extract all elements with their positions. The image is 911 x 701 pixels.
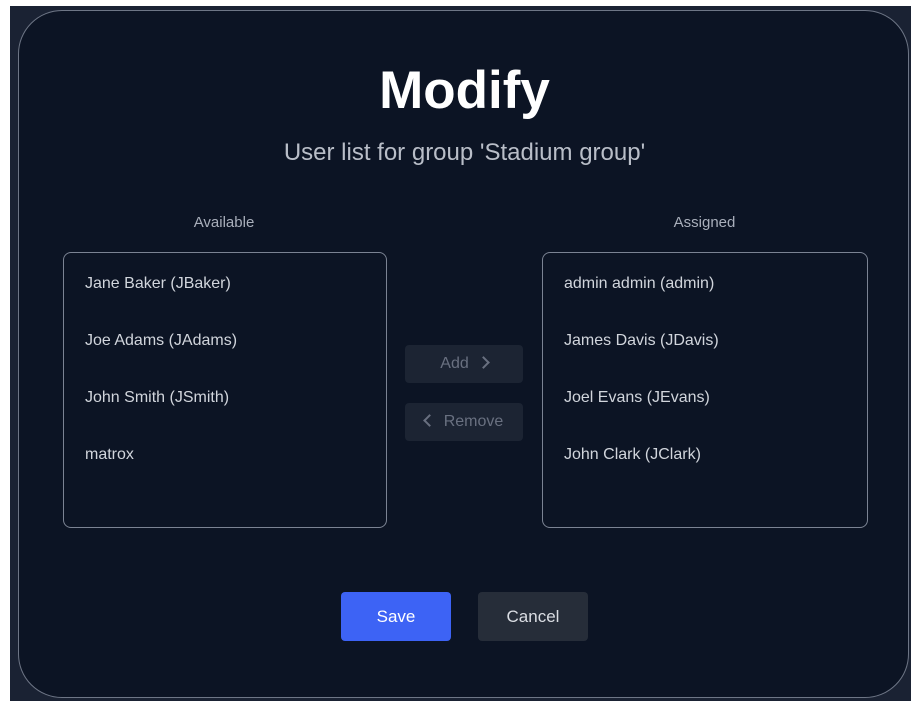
remove-button[interactable]: Remove bbox=[405, 403, 523, 441]
dialog-subtitle: User list for group 'Stadium group' bbox=[283, 139, 646, 166]
save-button[interactable]: Save bbox=[341, 592, 451, 641]
modify-dialog: Modify User list for group 'Stadium grou… bbox=[18, 10, 909, 698]
list-item[interactable]: John Clark (JClark) bbox=[564, 445, 701, 465]
available-label: Available bbox=[193, 214, 255, 231]
chevron-right-icon bbox=[476, 355, 490, 369]
dialog-title: Modify bbox=[379, 61, 550, 120]
add-button[interactable]: Add bbox=[405, 345, 523, 383]
assigned-label: Assigned bbox=[673, 214, 736, 231]
list-item[interactable]: Joe Adams (JAdams) bbox=[85, 331, 237, 351]
add-button-label: Add bbox=[440, 355, 469, 372]
list-item[interactable]: Jane Baker (JBaker) bbox=[85, 274, 231, 294]
list-item[interactable]: admin admin (admin) bbox=[564, 274, 714, 294]
chevron-left-icon bbox=[422, 413, 436, 427]
list-item[interactable]: John Smith (JSmith) bbox=[85, 388, 229, 408]
available-list[interactable]: Jane Baker (JBaker) Joe Adams (JAdams) J… bbox=[63, 252, 387, 528]
cancel-button[interactable]: Cancel bbox=[478, 592, 588, 641]
remove-button-label: Remove bbox=[443, 413, 504, 430]
list-item[interactable]: Joel Evans (JEvans) bbox=[564, 388, 710, 408]
list-item[interactable]: James Davis (JDavis) bbox=[564, 331, 719, 351]
assigned-list[interactable]: admin admin (admin) James Davis (JDavis)… bbox=[542, 252, 868, 528]
list-item[interactable]: matrox bbox=[85, 445, 134, 465]
